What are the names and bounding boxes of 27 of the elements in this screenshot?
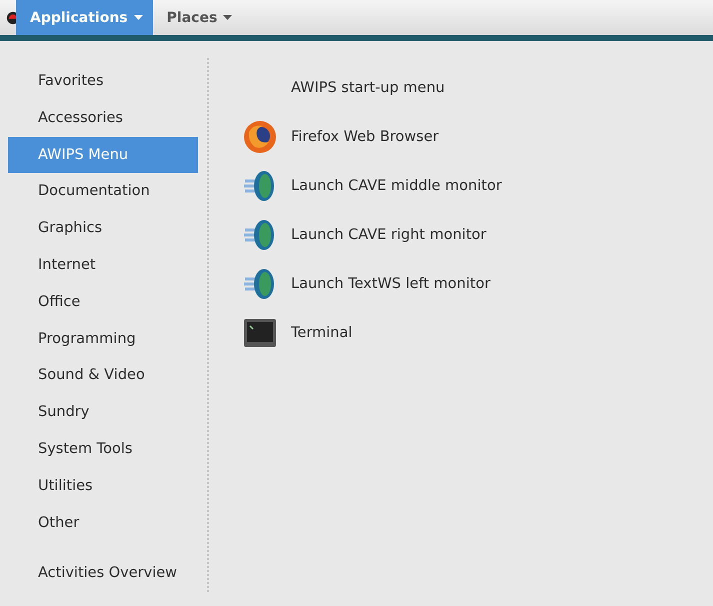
app-label[interactable]: Terminal: [291, 324, 352, 340]
category-item[interactable]: Office: [8, 284, 198, 321]
category-item[interactable]: Internet: [8, 246, 198, 284]
globe-icon: [243, 168, 277, 202]
category-item[interactable]: Sundry: [8, 394, 198, 431]
app-label[interactable]: Launch CAVE middle monitor: [291, 178, 502, 194]
firefox-icon: [243, 120, 277, 154]
category-item[interactable]: Utilities: [8, 468, 198, 505]
globe-icon: [243, 266, 277, 300]
activities-overview-item[interactable]: Activities Overview: [8, 555, 198, 592]
terminal-icon: [243, 318, 277, 348]
category-item[interactable]: Sound & Video: [8, 357, 198, 394]
caret-icon: [223, 14, 232, 20]
category-item[interactable]: Favorites: [8, 63, 198, 100]
category-item[interactable]: Graphics: [8, 210, 198, 247]
category-item[interactable]: Other: [8, 504, 198, 542]
app-label[interactable]: Launch TextWS left monitor: [291, 276, 490, 292]
category-item[interactable]: Programming: [8, 320, 198, 358]
category-item[interactable]: Documentation: [8, 173, 198, 210]
app-label[interactable]: Firefox Web Browser: [291, 128, 439, 144]
app-label[interactable]: Launch CAVE right monitor: [291, 226, 486, 242]
category-item[interactable]: Accessories: [8, 100, 198, 137]
category-item[interactable]: System Tools: [8, 430, 198, 468]
menu-button[interactable]: Places: [152, 0, 242, 35]
globe-icon: [243, 218, 277, 252]
caret-icon: [134, 14, 143, 20]
app-label: AWIPS start-up menu: [291, 80, 445, 96]
